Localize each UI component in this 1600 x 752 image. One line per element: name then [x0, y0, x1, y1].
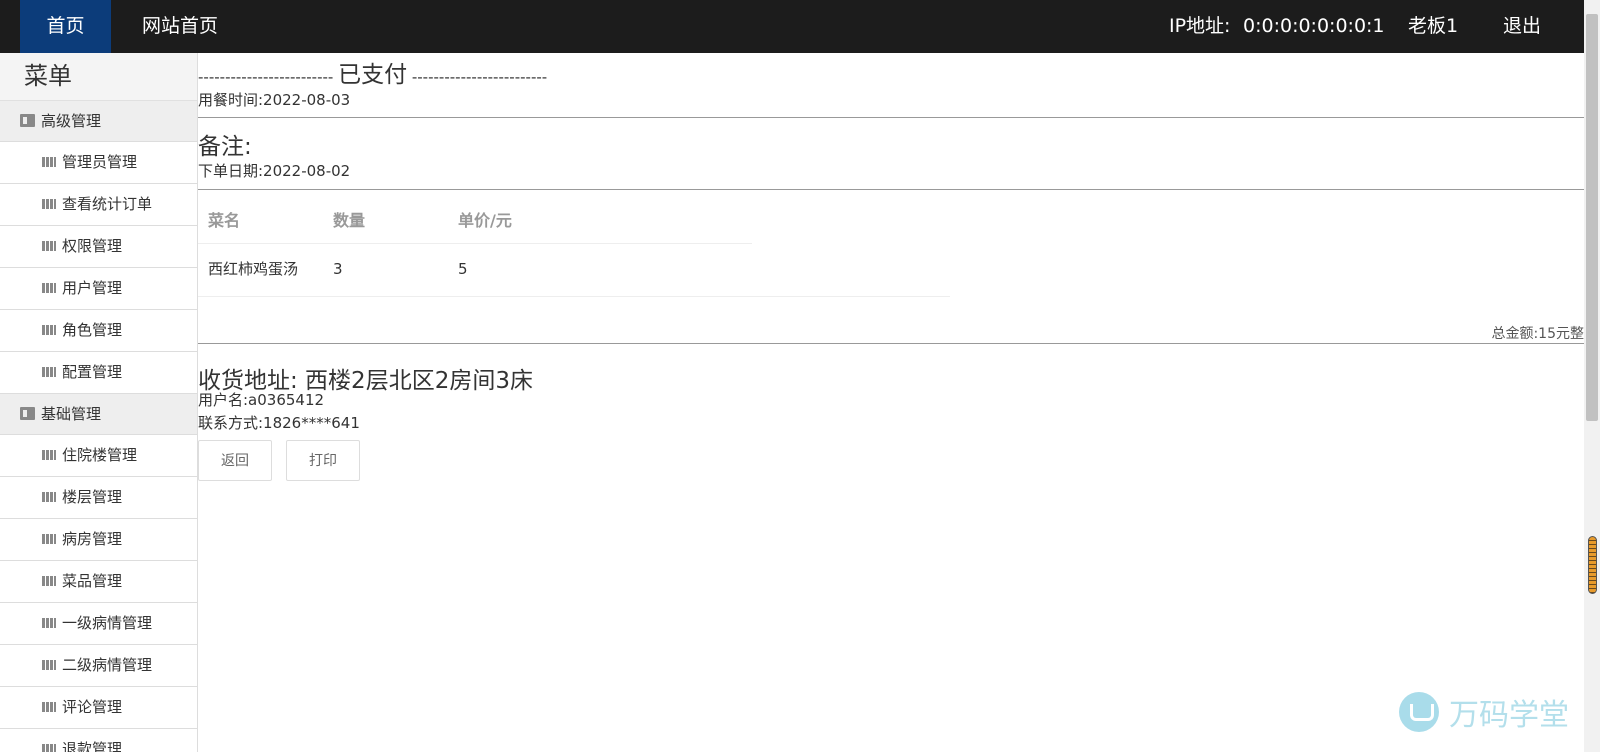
nav-site-home[interactable]: 网站首页	[128, 0, 232, 53]
order-status: 已支付	[338, 62, 408, 88]
sidebar-item-label: 权限管理	[62, 237, 123, 255]
sidebar-item-label: 退款管理	[62, 740, 123, 752]
books-icon	[42, 450, 56, 460]
folder-icon	[20, 114, 35, 127]
sidebar-item-label: 住院楼管理	[62, 446, 138, 464]
sidebar-item-condition-1[interactable]: 一级病情管理	[0, 603, 197, 645]
books-icon	[42, 534, 56, 544]
books-icon	[42, 241, 56, 251]
cell-quantity: 3	[333, 260, 343, 278]
table-row: 西红柿鸡蛋汤 3 5	[198, 244, 752, 295]
table-bottom-border	[198, 296, 950, 297]
books-icon	[42, 744, 56, 752]
sidebar-item-condition-2[interactable]: 二级病情管理	[0, 645, 197, 687]
print-button[interactable]: 打印	[286, 440, 360, 481]
sidebar-item-label: 角色管理	[62, 321, 123, 339]
status-dashes-left: -------------------------	[198, 68, 339, 86]
books-icon	[42, 618, 56, 628]
sidebar-item-refunds[interactable]: 退款管理	[0, 729, 197, 752]
sidebar-group-label: 基础管理	[41, 405, 102, 423]
sidebar-item-dishes[interactable]: 菜品管理	[0, 561, 197, 603]
sidebar-item-label: 病房管理	[62, 530, 123, 548]
sidebar-item-label: 一级病情管理	[62, 614, 153, 632]
sidebar-item-label: 配置管理	[62, 363, 123, 381]
order-total: 总金额:15元整	[1491, 326, 1584, 342]
sidebar-item-floor[interactable]: 楼层管理	[0, 477, 197, 519]
sidebar-item-label: 管理员管理	[62, 153, 138, 171]
sidebar-item-permissions[interactable]: 权限管理	[0, 226, 197, 268]
sidebar-item-order-stats[interactable]: 查看统计订单	[0, 184, 197, 226]
watermark: 万码学堂	[1399, 690, 1569, 734]
ip-value: 0:0:0:0:0:0:0:1	[1243, 15, 1385, 37]
scrollbar-thumb[interactable]	[1586, 14, 1598, 421]
sidebar-item-building[interactable]: 住院楼管理	[0, 435, 197, 477]
books-icon	[42, 367, 56, 377]
top-navigation-bar: 首页 网站首页 IP地址: 0:0:0:0:0:0:0:1 老板1 退出	[0, 0, 1584, 53]
column-header-quantity: 数量	[333, 211, 366, 230]
sidebar-item-label: 楼层管理	[62, 488, 123, 506]
remark-label: 备注:	[198, 134, 252, 160]
books-icon	[42, 660, 56, 670]
page-scrollbar[interactable]	[1584, 0, 1600, 752]
column-header-price: 单价/元	[458, 211, 512, 230]
books-icon	[42, 199, 56, 209]
scroll-widget[interactable]	[1588, 536, 1597, 594]
books-icon	[42, 492, 56, 502]
back-button[interactable]: 返回	[198, 440, 272, 481]
meal-time: 用餐时间:2022-08-03	[198, 91, 351, 109]
folder-icon	[20, 407, 35, 420]
sidebar-item-roles[interactable]: 角色管理	[0, 310, 197, 352]
order-status-line: ------------------------- 已支付 ----------…	[198, 55, 547, 89]
sidebar-item-users[interactable]: 用户管理	[0, 268, 197, 310]
books-icon	[42, 157, 56, 167]
sidebar-item-admin[interactable]: 管理员管理	[0, 142, 197, 184]
sidebar-group-label: 高级管理	[41, 112, 102, 130]
sidebar-menu: 菜单 高级管理 管理员管理 查看统计订单 权限管理 用户管理 角色管理 配置管理…	[0, 53, 198, 752]
sidebar-item-label: 评论管理	[62, 698, 123, 716]
books-icon	[42, 283, 56, 293]
books-icon	[42, 702, 56, 712]
nav-home[interactable]: 首页	[20, 0, 111, 53]
divider	[198, 343, 1584, 344]
divider	[198, 117, 1584, 118]
username: 用户名:a0365412	[198, 391, 325, 409]
sidebar-group-advanced[interactable]: 高级管理	[0, 101, 197, 142]
contact-info: 联系方式:1826****641	[198, 414, 360, 432]
sidebar-item-ward[interactable]: 病房管理	[0, 519, 197, 561]
divider	[198, 189, 1584, 190]
logout-link[interactable]: 退出	[1503, 0, 1541, 53]
sidebar-item-label: 用户管理	[62, 279, 123, 297]
cell-price: 5	[458, 260, 468, 278]
sidebar-item-label: 二级病情管理	[62, 656, 153, 674]
ip-label: IP地址:	[1169, 15, 1231, 37]
cell-dish: 西红柿鸡蛋汤	[208, 260, 299, 278]
status-dashes-right: -------------------------	[407, 68, 548, 86]
column-header-dish: 菜名	[208, 211, 241, 230]
order-items-table: 菜名 数量 单价/元 西红柿鸡蛋汤 3 5	[198, 198, 752, 295]
sidebar-item-label: 查看统计订单	[62, 195, 153, 213]
sidebar-item-config[interactable]: 配置管理	[0, 352, 197, 394]
sidebar-title: 菜单	[0, 53, 197, 101]
watermark-text: 万码学堂	[1449, 698, 1569, 733]
books-icon	[42, 325, 56, 335]
books-icon	[42, 576, 56, 586]
table-header: 菜名 数量 单价/元	[198, 198, 752, 244]
sidebar-group-basic[interactable]: 基础管理	[0, 394, 197, 435]
sidebar-item-label: 菜品管理	[62, 572, 123, 590]
watermark-logo-icon	[1399, 692, 1439, 732]
order-detail: ------------------------- 已支付 ----------…	[198, 53, 1584, 752]
current-user[interactable]: 老板1	[1408, 0, 1458, 53]
order-date: 下单日期:2022-08-02	[198, 162, 351, 180]
sidebar-item-comments[interactable]: 评论管理	[0, 687, 197, 729]
